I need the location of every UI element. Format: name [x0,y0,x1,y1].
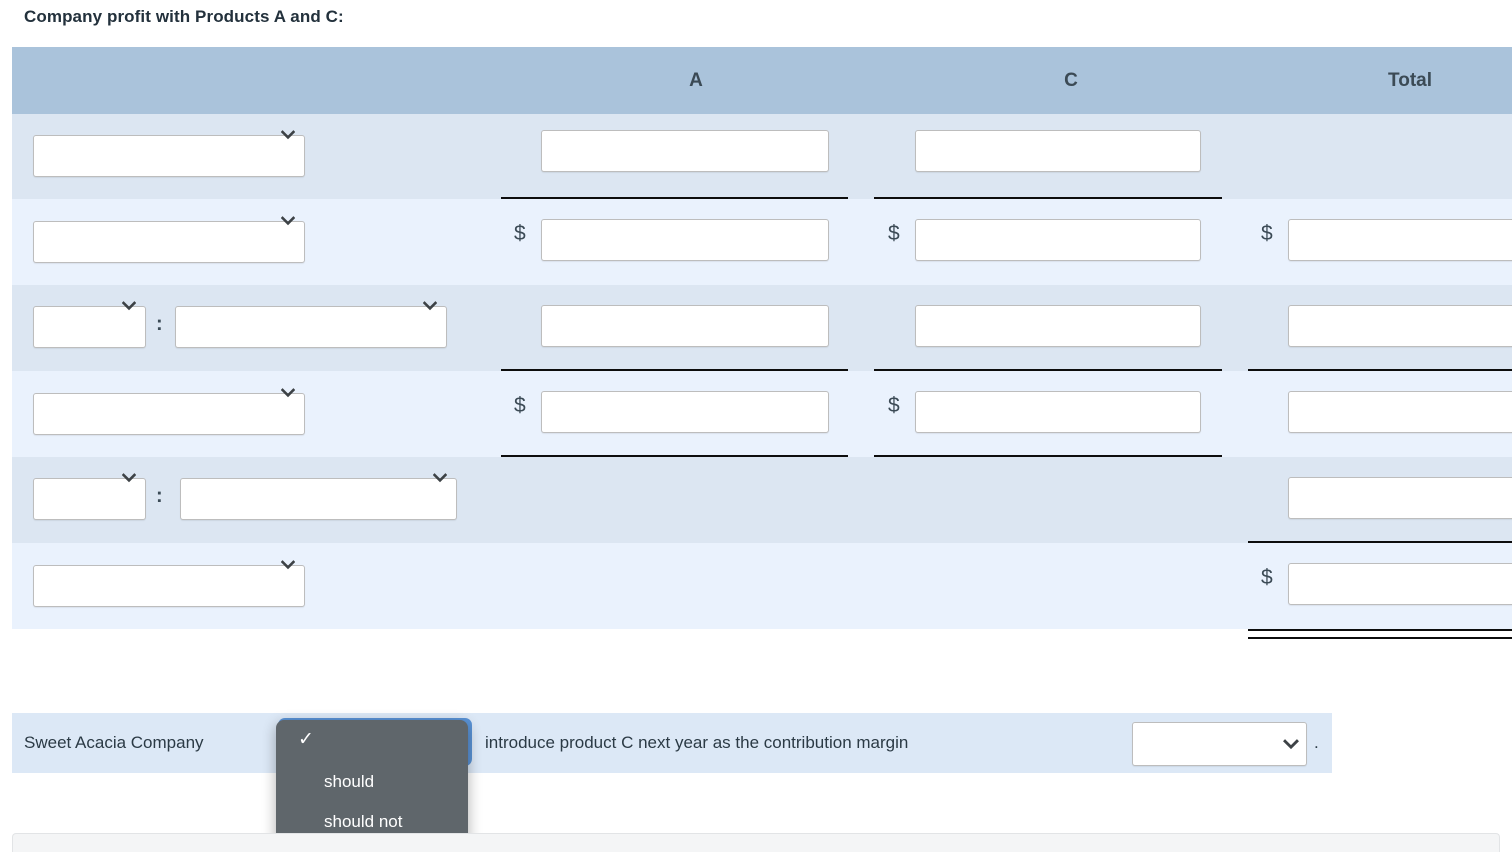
row5-cell-total-input[interactable] [1288,477,1512,519]
row1-label-select[interactable] [33,135,305,177]
bottom-panel [12,833,1500,852]
row6-cell-total-input[interactable] [1288,563,1512,605]
dropdown-option-blank[interactable]: ✓ [276,720,468,762]
contribution-margin-select[interactable] [1132,722,1307,766]
dropdown-option-should[interactable]: should [276,762,468,802]
row3-label-select-left[interactable] [33,306,146,348]
row4-cell-a-currency: $ [514,394,526,417]
worksheet-table: A C Total $ $ $: $ $: $ [12,47,1512,639]
check-icon: ✓ [298,729,314,750]
table-row [12,114,1512,199]
column-header-total: Total [1388,70,1432,91]
table-row: : [12,285,1512,371]
row3-label-select-right[interactable] [175,306,447,348]
row4-label-select[interactable] [33,393,305,435]
table-row: $ $ [12,371,1512,457]
row3-cell-total-input[interactable] [1288,305,1512,347]
double-rule-under-row6-total [1248,629,1512,639]
conclusion-band: Sweet Acacia Company introduce product C… [12,713,1332,773]
row3-colon-separator: : [156,313,163,335]
row4-cell-c-currency: $ [888,394,900,417]
column-header-c: C [1064,70,1078,91]
row2-cell-a-currency: $ [514,222,526,245]
row6-label-select[interactable] [33,565,305,607]
conclusion-text-after: introduce product C next year as the con… [485,733,909,752]
row4-cell-c-input[interactable] [915,391,1201,433]
row1-cell-c-input[interactable] [915,130,1201,172]
row5-label-select-left[interactable] [33,478,146,520]
conclusion-period: . [1314,733,1319,752]
table-header-row: A C Total [12,47,1512,114]
column-header-a: A [689,70,703,91]
row2-cell-c-input[interactable] [915,219,1201,261]
row2-cell-a-input[interactable] [541,219,829,261]
dropdown-option-should-label: should [324,772,375,791]
row3-cell-c-input[interactable] [915,305,1201,347]
row5-colon-separator: : [156,485,163,507]
row2-cell-total-currency: $ [1261,222,1273,245]
table-row: : [12,457,1512,543]
row1-cell-a-input[interactable] [541,130,829,172]
table-row: $ $ $ [12,199,1512,285]
row3-cell-a-input[interactable] [541,305,829,347]
conclusion-text-before: Sweet Acacia Company [24,733,204,752]
row2-cell-c-currency: $ [888,222,900,245]
row4-cell-total-input[interactable] [1288,391,1512,433]
row6-cell-total-currency: $ [1261,566,1273,589]
row2-label-select[interactable] [33,221,305,263]
row4-cell-a-input[interactable] [541,391,829,433]
row5-label-select-right[interactable] [180,478,457,520]
row2-cell-total-input[interactable] [1288,219,1512,261]
table-row: $ [12,543,1512,629]
page-title: Company profit with Products A and C: [24,7,344,26]
dropdown-option-should-not-label: should not [324,812,403,831]
